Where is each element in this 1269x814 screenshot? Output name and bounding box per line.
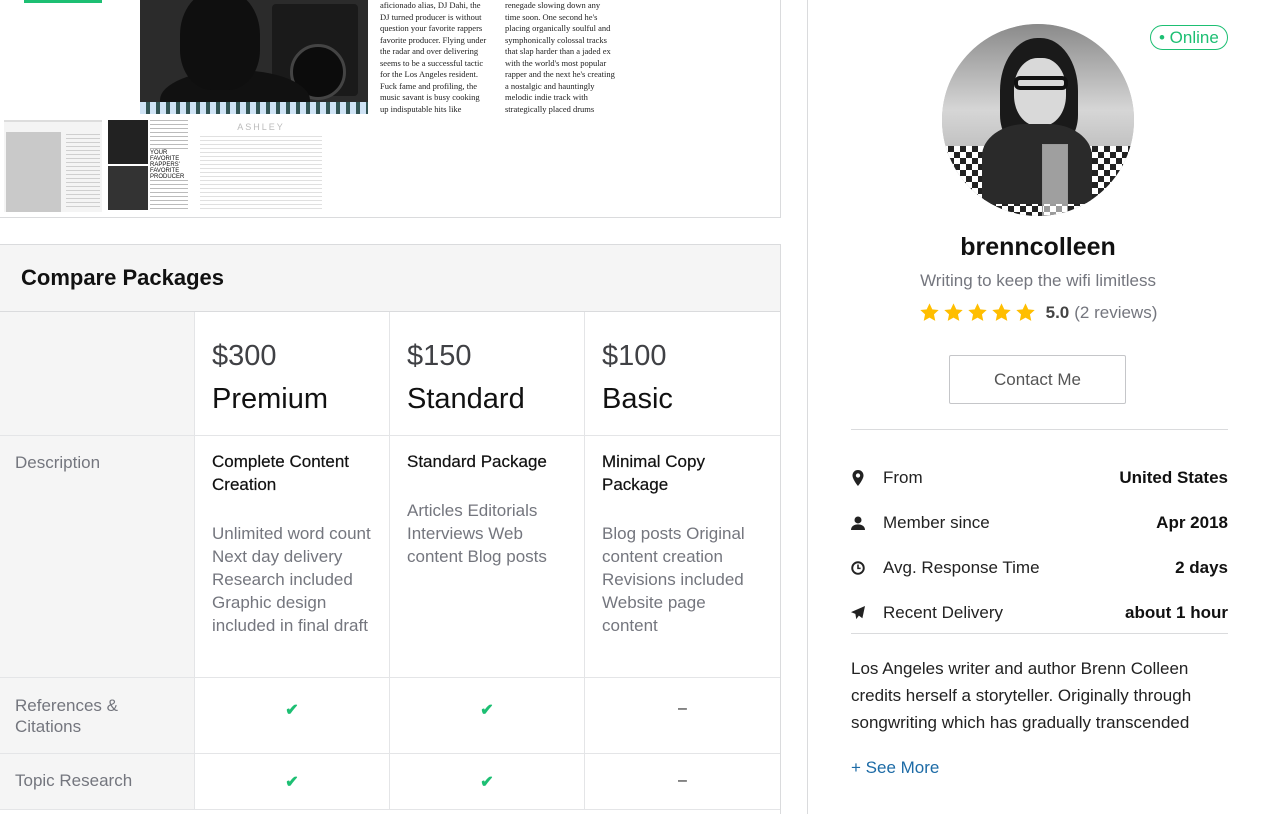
package-name: Basic bbox=[602, 383, 673, 415]
feature-cell: ✔ bbox=[195, 754, 390, 809]
package-column-standard[interactable]: $150 Standard bbox=[390, 312, 585, 435]
seller-bio: Los Angeles writer and author Brenn Coll… bbox=[851, 659, 1192, 732]
packages-table: $300 Premium $150 Standard $100 Basic De… bbox=[0, 312, 780, 810]
seller-rating: 5.0 (2 reviews) bbox=[808, 302, 1268, 323]
feature-cell: – bbox=[585, 678, 780, 753]
dash-icon: – bbox=[678, 700, 687, 717]
package-description-title: Complete Content Creation bbox=[212, 452, 350, 494]
article-text-column-1: aficionado alias, DJ Dahi, the DJ turned… bbox=[380, 0, 487, 114]
package-description: Minimal Copy Package Blog posts Original… bbox=[585, 436, 780, 677]
stat-value: United States bbox=[1119, 467, 1228, 487]
package-price: $150 bbox=[407, 340, 472, 372]
article-text-column-2: renegade slowing down any time soon. One… bbox=[505, 0, 615, 114]
stat-from: From United States bbox=[851, 455, 1228, 500]
star-icon bbox=[967, 303, 987, 321]
row-label-topic-research: Topic Research bbox=[0, 754, 195, 809]
star-icon bbox=[1015, 303, 1035, 321]
table-row: Topic Research ✔ ✔ – bbox=[0, 754, 780, 810]
stat-value: 2 days bbox=[1175, 557, 1228, 577]
user-icon bbox=[851, 515, 883, 531]
seller-stats: From United States Member since Apr 2018… bbox=[851, 455, 1228, 635]
seller-avatar[interactable] bbox=[942, 24, 1134, 216]
check-icon: ✔ bbox=[480, 774, 494, 791]
package-description-title: Minimal Copy Package bbox=[602, 452, 705, 494]
package-price: $300 bbox=[212, 340, 277, 372]
row-label-references: References & Citations bbox=[0, 678, 195, 753]
check-icon: ✔ bbox=[285, 774, 299, 791]
feature-cell: – bbox=[585, 754, 780, 809]
package-description: Complete Content Creation Unlimited word… bbox=[195, 436, 390, 677]
section-title: Compare Packages bbox=[21, 265, 224, 290]
star-icon bbox=[943, 303, 963, 321]
feature-cell: ✔ bbox=[390, 678, 585, 753]
package-name: Premium bbox=[212, 383, 329, 415]
feature-cell: ✔ bbox=[390, 754, 585, 809]
stat-label: From bbox=[883, 467, 923, 487]
package-column-premium[interactable]: $300 Premium bbox=[195, 312, 390, 435]
compare-packages-header: Compare Packages bbox=[0, 245, 780, 312]
stat-member-since: Member since Apr 2018 bbox=[851, 500, 1228, 545]
gallery-thumbnail[interactable] bbox=[4, 120, 102, 212]
stat-response-time: Avg. Response Time 2 days bbox=[851, 545, 1228, 590]
package-name: Standard bbox=[407, 383, 525, 415]
online-status-badge: • Online bbox=[1150, 25, 1228, 50]
seller-card: • Online brenncolleen Writing to keep th… bbox=[807, 0, 1269, 814]
thumbnail-heading: ASHLEY bbox=[237, 122, 285, 132]
package-description-body: Blog posts Original content creation Rev… bbox=[602, 524, 745, 635]
table-row: $300 Premium $150 Standard $100 Basic bbox=[0, 312, 780, 436]
gallery-thumbnail[interactable]: ASHLEY bbox=[196, 120, 326, 212]
divider bbox=[851, 429, 1228, 430]
table-row: Description Complete Content Creation Un… bbox=[0, 436, 780, 678]
map-pin-icon bbox=[851, 469, 883, 486]
stat-recent-delivery: Recent Delivery about 1 hour bbox=[851, 590, 1228, 635]
package-price: $100 bbox=[602, 340, 667, 372]
table-row: References & Citations ✔ ✔ – bbox=[0, 678, 780, 754]
row-label-cell bbox=[0, 312, 195, 435]
stat-value: Apr 2018 bbox=[1156, 512, 1228, 532]
review-count[interactable]: (2 reviews) bbox=[1074, 303, 1157, 323]
stat-label: Recent Delivery bbox=[883, 602, 1003, 622]
package-description-body: Articles Editorials Interviews Web conte… bbox=[407, 501, 547, 566]
seller-username[interactable]: brenncolleen bbox=[808, 233, 1268, 262]
paper-plane-icon bbox=[851, 605, 883, 621]
package-description: Standard Package Articles Editorials Int… bbox=[390, 436, 585, 677]
gallery-thumbnail[interactable]: YOUR FAVORITE RAPPERS' FAVORITE PRODUCER bbox=[108, 120, 190, 212]
stat-label: Member since bbox=[883, 512, 990, 532]
divider bbox=[851, 633, 1228, 634]
see-more-link[interactable]: + See More bbox=[851, 758, 939, 778]
gig-gallery: aficionado alias, DJ Dahi, the DJ turned… bbox=[0, 0, 781, 218]
clock-icon bbox=[851, 560, 883, 576]
rating-score: 5.0 bbox=[1045, 302, 1070, 322]
thumbnail-heading: YOUR FAVORITE RAPPERS' FAVORITE PRODUCER bbox=[150, 150, 188, 180]
package-description-title: Standard Package bbox=[407, 452, 547, 471]
seller-tagline: Writing to keep the wifi limitless bbox=[920, 271, 1156, 290]
package-description-body: Unlimited word count Next day delivery R… bbox=[212, 524, 371, 635]
stat-value: about 1 hour bbox=[1125, 602, 1228, 622]
row-label-description: Description bbox=[0, 436, 195, 677]
stat-label: Avg. Response Time bbox=[883, 557, 1040, 577]
compare-packages-section: Compare Packages $300 Premium $150 Stand… bbox=[0, 244, 781, 814]
contact-me-button[interactable]: Contact Me bbox=[949, 355, 1126, 404]
rating-stars bbox=[919, 302, 1036, 323]
check-icon: ✔ bbox=[480, 702, 494, 719]
gallery-main-image[interactable] bbox=[140, 0, 368, 114]
star-icon bbox=[919, 303, 939, 321]
star-icon bbox=[991, 303, 1011, 321]
dash-icon: – bbox=[678, 772, 687, 789]
active-indicator bbox=[24, 0, 102, 3]
package-column-basic[interactable]: $100 Basic bbox=[585, 312, 780, 435]
check-icon: ✔ bbox=[285, 702, 299, 719]
feature-cell: ✔ bbox=[195, 678, 390, 753]
